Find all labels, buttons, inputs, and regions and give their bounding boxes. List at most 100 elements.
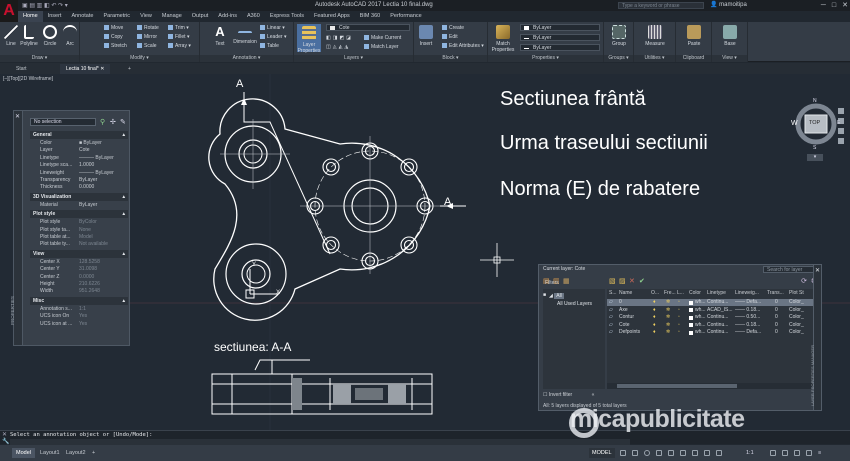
scale-button[interactable]: Scale (137, 43, 157, 49)
layer-lock-icon[interactable]: ▫ (678, 322, 680, 329)
layer-on-icon[interactable]: ♦ (653, 307, 656, 314)
lineweight-dropdown[interactable]: ByLayer (520, 44, 600, 51)
property-row[interactable]: Transparency ByLayer (30, 177, 128, 184)
property-section-header[interactable]: General ▴ (30, 131, 128, 139)
select-objects-icon[interactable]: ✢ (110, 118, 116, 126)
delete-layer-icon[interactable]: ✕ (629, 277, 635, 285)
move-button[interactable]: Move (104, 25, 123, 31)
user-account[interactable]: 👤 mamoitipa (710, 0, 747, 11)
measure-tool[interactable]: Measure (642, 25, 668, 47)
layer-states-icon[interactable]: ▦ (563, 277, 570, 285)
tree-collapse-icon[interactable]: ■ (543, 292, 546, 298)
layer-column-header[interactable]: Trans... (767, 289, 784, 297)
properties-panel-label[interactable]: Properties ▾ (488, 55, 603, 62)
property-row[interactable]: Plot style ta... None (30, 227, 128, 234)
property-row[interactable]: Width 951.2648 (30, 288, 128, 295)
view-cube-top-face[interactable]: TOP (809, 120, 820, 126)
tab-output[interactable]: Output (187, 11, 214, 22)
file-tab-current[interactable]: Lectia 10 final* ✕ (60, 64, 111, 74)
maximize-button[interactable]: □ (832, 0, 836, 11)
property-row[interactable]: Thickness 0.0000 (30, 184, 128, 191)
property-section-header[interactable]: Misc ▴ (30, 296, 128, 305)
property-row[interactable]: Height 210.6226 (30, 281, 128, 288)
invert-filter-checkbox[interactable]: ☐ Invert filter « (543, 392, 594, 398)
property-row[interactable]: Center X 128.5258 (30, 259, 128, 266)
layout-tab-layout1[interactable]: Layout1 (36, 448, 64, 458)
workspace-gear-icon[interactable] (770, 450, 776, 456)
tab-a360[interactable]: A360 (242, 11, 265, 22)
property-row[interactable]: Layer Cote (30, 147, 128, 154)
layer-row[interactable]: ▱ Defpoints ♦ ✲ ▫ wh... Continu... —— Defa... 0 C… (607, 329, 817, 336)
new-vp-frozen-layer-icon[interactable]: ▨ (619, 277, 626, 285)
model-space-button[interactable]: MODEL (589, 448, 615, 458)
command-line-settings-icon[interactable]: 🔧 (2, 438, 9, 445)
close-tab-icon[interactable]: ✕ (100, 66, 104, 72)
layer-on-icon[interactable]: ♦ (653, 299, 656, 306)
layer-row[interactable]: ▱ Axe ♦ ✲ ▫ wh... ACAD_IS... —— 0.18... 0 Color_ (607, 307, 817, 314)
property-row[interactable]: Linetype ——— ByLayer (30, 155, 128, 162)
isolate-objects-icon[interactable] (782, 450, 788, 456)
tab-annotate[interactable]: Annotate (66, 11, 98, 22)
layout-tab-model[interactable]: Model (12, 448, 35, 458)
selection-dropdown[interactable]: No selection (30, 118, 96, 126)
application-menu-button[interactable]: A (0, 0, 18, 22)
property-row[interactable]: Plot style ByColor (30, 219, 128, 226)
annotation-panel-label[interactable]: Annotation ▾ (200, 55, 293, 62)
layer-column-header[interactable]: Plot St (789, 289, 804, 297)
property-row[interactable]: Lineweight ——— ByLayer (30, 170, 128, 177)
collapse-arrow-icon[interactable]: ▴ (122, 297, 125, 305)
tab-home[interactable]: Home (18, 11, 43, 22)
groups-panel-label[interactable]: Groups ▾ (604, 55, 633, 62)
polyline-tool[interactable]: Polyline (19, 25, 39, 47)
layer-tool-icons[interactable]: ◫◬◭◮ (326, 44, 350, 50)
layer-freeze-icon[interactable]: ✲ (666, 299, 670, 306)
layer-list-scrollbar[interactable] (607, 383, 817, 389)
property-section-header[interactable]: View ▴ (30, 249, 128, 258)
draw-panel-label[interactable]: Draw ▾ (0, 55, 79, 62)
line-tool[interactable]: Line (1, 25, 21, 47)
collapse-arrow-icon[interactable]: ▴ (122, 250, 125, 258)
annotation-visibility-icon[interactable] (716, 450, 722, 456)
layer-row[interactable]: ▱ Contur ♦ ✲ ▫ wh... Continu... —— 0.50... 0 Colo… (607, 314, 817, 321)
layer-toggle-icons[interactable]: ◧◨◩◪ (326, 35, 353, 41)
annotation-scale[interactable]: 1:1 (746, 448, 754, 458)
stretch-button[interactable]: Stretch (104, 43, 127, 49)
linetype-dropdown[interactable]: ByLayer (520, 34, 600, 41)
lineweight-toggle-icon[interactable] (692, 450, 698, 456)
toggle-pickadd-icon[interactable]: ✎ (120, 118, 126, 126)
property-row[interactable]: Center Y 31.0098 (30, 266, 128, 273)
layer-lock-icon[interactable]: ▫ (678, 329, 680, 336)
snap-toggle-icon[interactable] (632, 450, 638, 456)
drawing-viewport[interactable]: [–][Top][2D Wireframe] A A Y X sectiunea… (0, 74, 850, 430)
polar-toggle-icon[interactable] (656, 450, 662, 456)
osnap-toggle-icon[interactable] (668, 450, 674, 456)
arc-tool[interactable]: Arc (60, 25, 80, 47)
layer-freeze-icon[interactable]: ✲ (666, 329, 670, 336)
paste-tool[interactable]: Paste (684, 25, 704, 47)
compass-south[interactable]: S (813, 145, 816, 151)
view-cube[interactable]: TOP N S W E ▾ (790, 96, 850, 166)
color-dropdown[interactable]: ByLayer (520, 24, 600, 31)
property-section-header[interactable]: 3D Visualization ▴ (30, 192, 128, 201)
property-row[interactable]: UCS icon On Yes (30, 313, 128, 320)
utilities-panel-label[interactable]: Utilities ▾ (634, 55, 675, 62)
file-tab-start[interactable]: Start (10, 64, 33, 74)
layer-column-header[interactable]: Fre... (664, 289, 676, 297)
layer-manager-title-strip[interactable]: ✕ LAYER PROPERTIES MANAGER (810, 265, 821, 410)
tab-performance[interactable]: Performance (385, 11, 427, 22)
circle-tool[interactable]: Circle (40, 25, 60, 47)
tab-manage[interactable]: Manage (157, 11, 187, 22)
property-row[interactable]: Annotation s... 1:1 (30, 306, 128, 313)
linear-button[interactable]: Linear ▾ (260, 25, 285, 31)
layer-on-icon[interactable]: ♦ (653, 314, 656, 321)
property-row[interactable]: Plot table at... Model (30, 234, 128, 241)
group-tool[interactable]: Group (609, 25, 629, 47)
layer-on-icon[interactable]: ♦ (653, 322, 656, 329)
command-line-close-icon[interactable]: ✕ (2, 431, 7, 438)
property-row[interactable]: Center Z 0.0000 (30, 274, 128, 281)
help-search-input[interactable]: Type a keyword or phrase (618, 2, 704, 9)
filter-all[interactable]: ◢ All (549, 293, 564, 299)
layer-column-header[interactable]: L... (677, 289, 684, 297)
properties-title-strip[interactable]: ✕ PROPERTIES (10, 111, 23, 345)
tab-featured-apps[interactable]: Featured Apps (309, 11, 355, 22)
